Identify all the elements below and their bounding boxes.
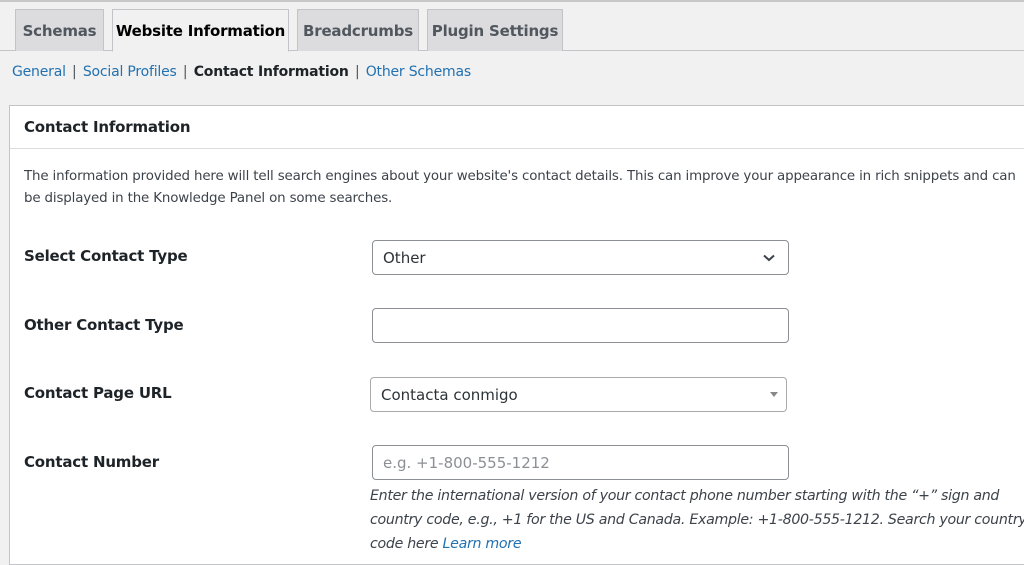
- top-border: [0, 0, 1024, 2]
- contact-number-help: Enter the international version of your …: [370, 484, 1024, 556]
- subnav: General | Social Profiles | Contact Info…: [12, 64, 471, 80]
- contact-number-placeholder: e.g. +1-800-555-1212: [383, 453, 550, 472]
- tab-website-information[interactable]: Website Information: [112, 9, 289, 52]
- subnav-separator: |: [72, 64, 77, 80]
- subnav-separator: |: [182, 64, 188, 80]
- contact-type-select[interactable]: Other: [372, 240, 789, 275]
- contact-type-value: Other: [383, 248, 426, 267]
- tab-schemas[interactable]: Schemas: [15, 9, 104, 51]
- other-contact-type-label: Other Contact Type: [24, 316, 184, 334]
- subnav-other-schemas[interactable]: Other Schemas: [366, 64, 471, 80]
- contact-page-url-value: Contacta conmigo: [381, 385, 518, 404]
- contact-information-panel: Contact Information The information prov…: [9, 105, 1024, 565]
- contact-number-label: Contact Number: [24, 453, 159, 471]
- contact-type-label: Select Contact Type: [24, 247, 188, 265]
- tab-plugin-settings[interactable]: Plugin Settings: [427, 9, 563, 51]
- caret-down-icon: [770, 392, 778, 397]
- other-contact-type-input[interactable]: [372, 308, 789, 343]
- contact-page-url-select[interactable]: Contacta conmigo: [370, 377, 787, 412]
- subnav-contact-information: Contact Information: [193, 64, 349, 80]
- contact-page-url-label: Contact Page URL: [24, 384, 172, 402]
- chevron-down-icon: [758, 248, 780, 268]
- panel-title: Contact Information: [24, 118, 191, 136]
- contact-number-input[interactable]: e.g. +1-800-555-1212: [372, 445, 789, 480]
- panel-description: The information provided here will tell …: [24, 169, 1016, 206]
- subnav-general[interactable]: General: [12, 64, 66, 80]
- learn-more-link[interactable]: Learn more: [443, 536, 522, 552]
- subnav-social-profiles[interactable]: Social Profiles: [83, 64, 177, 80]
- subnav-separator: |: [354, 64, 360, 80]
- panel-header: Contact Information: [10, 106, 1024, 149]
- tab-breadcrumbs[interactable]: Breadcrumbs: [297, 9, 419, 51]
- tab-nav: Schemas Website Information Breadcrumbs …: [0, 9, 1024, 52]
